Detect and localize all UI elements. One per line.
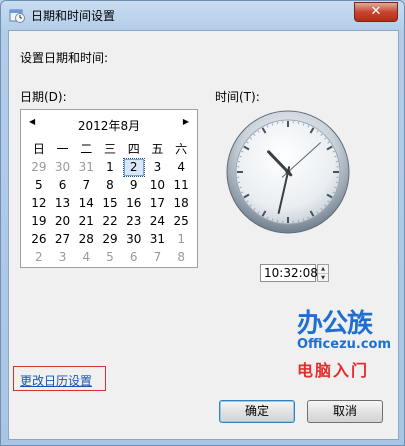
calendar-day[interactable]: 3 [51,250,75,265]
calendar-day[interactable]: 6 [122,250,146,265]
calendar-day[interactable]: 15 [98,196,122,211]
weekday-header: 一 [56,142,69,156]
calendar-day[interactable]: 6 [51,178,75,193]
calendar-header: ◀ 2012年8月 ▶ [21,116,197,134]
calendar[interactable]: ◀ 2012年8月 ▶ 日一二三四五六 29 30 31 1 2 3 4 5 6 7 8 9 10 11 12… [20,109,198,268]
next-month-icon[interactable]: ▶ [183,117,189,126]
dialog-body: 设置日期和时间: 日期(D): 时间(T): ◀ 2012年8月 ▶ 日一二三四… [8,30,399,440]
calendar-day-selected[interactable]: 2 [122,158,145,177]
calendar-day[interactable]: 7 [146,250,170,265]
calendar-day[interactable]: 14 [74,196,98,211]
calendar-day[interactable]: 26 [27,232,51,247]
calendar-day[interactable]: 1 [169,232,193,247]
calendar-day[interactable]: 12 [27,196,51,211]
calendar-day[interactable]: 21 [74,214,98,229]
close-icon: ✕ [370,4,382,19]
calendar-day[interactable]: 30 [122,232,146,247]
dialog-heading: 设置日期和时间: [20,51,109,65]
change-calendar-highlight: 更改日历设置 [13,366,106,391]
calendar-day[interactable]: 8 [169,250,193,265]
calendar-day[interactable]: 10 [146,178,170,193]
minute-tick [239,155,242,158]
calendar-day[interactable]: 18 [169,196,193,211]
minute-tick [302,123,305,126]
calendar-day[interactable]: 8 [98,178,122,193]
calendar-day[interactable]: 13 [51,196,75,211]
calendar-grid: 日一二三四五六 29 30 31 1 2 3 4 5 6 7 8 9 10 11 12 13 14 15 16 17 18… [27,142,193,265]
watermark-logo: 办公族 Officezu.com 电脑入门 [287,303,393,397]
calendar-month-label[interactable]: 2012年8月 [21,117,197,134]
calendar-day[interactable]: 11 [169,178,193,193]
calendar-day[interactable]: 29 [98,232,122,247]
weekday-header: 五 [151,142,164,156]
calendar-day[interactable]: 30 [51,160,75,175]
calendar-day[interactable]: 29 [27,160,51,175]
analog-clock [226,110,350,234]
watermark-subtitle: 电脑入门 [297,361,370,380]
watermark-title: 办公族 [297,309,373,339]
ok-button[interactable]: 确定 [219,400,295,423]
window-title: 日期和时间设置 [31,9,116,23]
spin-down-icon[interactable]: ▼ [318,274,328,282]
calendar-day[interactable]: 7 [74,178,98,193]
clock-center [285,169,291,175]
weekday-header: 日 [32,142,45,156]
time-spinner[interactable]: ▲ ▼ [317,264,329,282]
calendar-day[interactable]: 19 [27,214,51,229]
minute-tick [271,123,274,126]
minute-tick [239,186,242,189]
calendar-day[interactable]: 28 [74,232,98,247]
calendar-day[interactable]: 5 [27,178,51,193]
calendar-day[interactable]: 1 [98,160,122,175]
time-label: 时间(T): [215,90,260,104]
calendar-day[interactable]: 22 [98,214,122,229]
calendar-day[interactable]: 31 [74,160,98,175]
calendar-day[interactable]: 23 [122,214,146,229]
date-label: 日期(D): [20,90,67,104]
calendar-day[interactable]: 9 [122,178,146,193]
calendar-day[interactable]: 3 [146,160,170,175]
date-time-settings-window: 日期和时间设置 ✕ 设置日期和时间: 日期(D): 时间(T): ◀ 2012年… [0,0,405,446]
calendar-day[interactable]: 4 [74,250,98,265]
weekday-header: 二 [80,142,93,156]
close-button[interactable]: ✕ [354,2,398,22]
calendar-day[interactable]: 31 [146,232,170,247]
watermark-site: Officezu.com [297,337,392,352]
weekday-header: 三 [103,142,116,156]
minute-tick [334,186,337,189]
minute-tick [302,218,305,221]
calendar-day[interactable]: 25 [169,214,193,229]
calendar-day[interactable]: 16 [122,196,146,211]
weekday-header: 四 [127,142,140,156]
spin-up-icon[interactable]: ▲ [318,265,328,274]
change-calendar-link[interactable]: 更改日历设置 [20,372,92,389]
minute-tick [334,155,337,158]
calendar-day[interactable]: 4 [169,160,193,175]
calendar-day[interactable]: 20 [51,214,75,229]
calendar-day[interactable]: 2 [27,250,51,265]
time-input[interactable]: 10:32:08 [260,264,318,282]
cancel-button[interactable]: 取消 [307,400,383,423]
date-time-settings-icon [9,9,25,23]
calendar-day[interactable]: 17 [146,196,170,211]
minute-tick [271,218,274,221]
title-bar[interactable]: 日期和时间设置 ✕ [1,1,404,29]
weekday-header: 六 [175,142,188,156]
calendar-day[interactable]: 27 [51,232,75,247]
calendar-day[interactable]: 24 [146,214,170,229]
calendar-day[interactable]: 5 [98,250,122,265]
